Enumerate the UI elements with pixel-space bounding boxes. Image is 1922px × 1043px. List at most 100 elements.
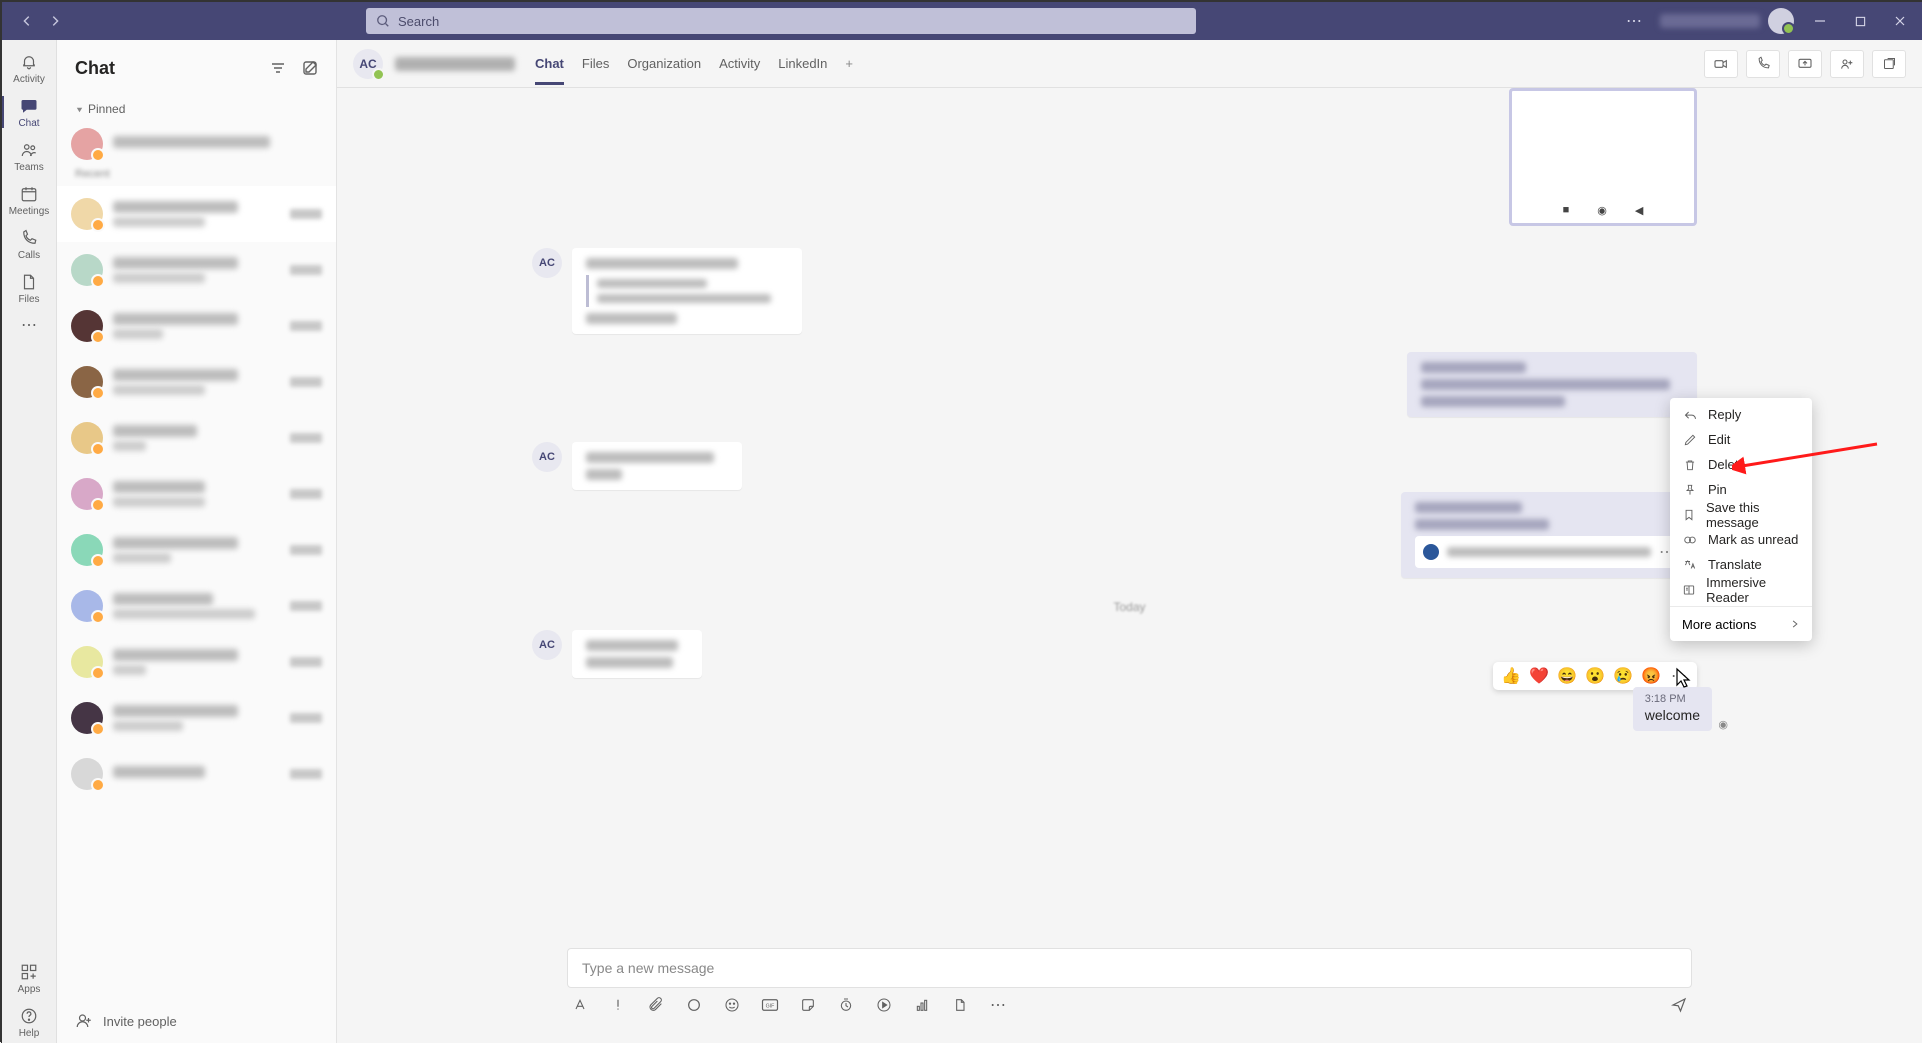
pin-icon <box>1682 482 1698 498</box>
priority-icon[interactable] <box>609 996 627 1014</box>
reaction-laugh[interactable]: 😄 <box>1557 666 1577 686</box>
date-separator: Today <box>1113 600 1145 614</box>
ctx-translate[interactable]: Translate <box>1670 552 1812 577</box>
reaction-surprised[interactable]: 😮 <box>1585 666 1605 686</box>
sidebar-title: Chat <box>75 58 115 79</box>
rail-activity[interactable]: Activity <box>2 46 56 90</box>
chat-list-item[interactable] <box>57 746 336 802</box>
reaction-like[interactable]: 👍 <box>1501 666 1521 686</box>
rail-teams[interactable]: Teams <box>2 134 56 178</box>
new-chat-icon[interactable] <box>302 60 318 76</box>
stream-icon[interactable] <box>875 996 893 1014</box>
format-icon[interactable] <box>571 996 589 1014</box>
attach-icon[interactable] <box>647 996 665 1014</box>
reaction-angry[interactable]: 😡 <box>1641 666 1661 686</box>
minimize-button[interactable] <box>1806 7 1834 35</box>
reaction-heart[interactable]: ❤️ <box>1529 666 1549 686</box>
viva-icon[interactable] <box>951 996 969 1014</box>
chat-list-item[interactable] <box>57 298 336 354</box>
add-tab-button[interactable]: + <box>845 42 853 85</box>
close-button[interactable] <box>1886 7 1914 35</box>
ctx-delete[interactable]: Delete <box>1670 452 1812 477</box>
bell-icon <box>19 52 39 72</box>
chat-list-item[interactable] <box>57 634 336 690</box>
emoji-icon[interactable] <box>723 996 741 1014</box>
message-more-actions-button[interactable]: ⋯ <box>1669 666 1689 686</box>
seen-indicator-icon: ◉ <box>1718 718 1728 731</box>
sent-message-bubble[interactable]: 3:18 PM welcome ◉ <box>1633 687 1712 731</box>
rail-files[interactable]: Files <box>2 266 56 310</box>
tab-chat[interactable]: Chat <box>535 42 564 85</box>
chat-icon <box>19 96 39 116</box>
add-people-button[interactable] <box>1830 50 1864 78</box>
reaction-sad[interactable]: 😢 <box>1613 666 1633 686</box>
ctx-immersive-reader[interactable]: Immersive Reader <box>1670 577 1812 602</box>
audio-call-button[interactable] <box>1746 50 1780 78</box>
chat-list-item[interactable] <box>57 578 336 634</box>
tab-files[interactable]: Files <box>582 42 609 85</box>
approvals-icon[interactable] <box>913 996 931 1014</box>
rail-apps[interactable]: Apps <box>2 956 56 1000</box>
ellipsis-button[interactable]: ⋯ <box>1620 7 1648 35</box>
message-text: welcome <box>1645 707 1700 723</box>
play-icon[interactable]: ◀ <box>1635 204 1643 217</box>
message-bubble[interactable] <box>572 630 702 678</box>
trash-icon <box>1682 457 1698 473</box>
rail-more[interactable]: ⋯ <box>2 310 56 340</box>
nav-back-button[interactable] <box>16 10 38 32</box>
rail-meetings[interactable]: Meetings <box>2 178 56 222</box>
nav-forward-button[interactable] <box>44 10 66 32</box>
ctx-save[interactable]: Save this message <box>1670 502 1812 527</box>
ctx-pin[interactable]: Pin <box>1670 477 1812 502</box>
rail-calls[interactable]: Calls <box>2 222 56 266</box>
schedule-meeting-icon[interactable] <box>837 996 855 1014</box>
chat-list-item[interactable] <box>57 522 336 578</box>
loop-icon[interactable] <box>685 996 703 1014</box>
chat-list-item[interactable] <box>57 466 336 522</box>
message-sender-avatar: AC <box>532 248 562 278</box>
chat-list-item[interactable] <box>57 410 336 466</box>
chat-list-item[interactable] <box>57 690 336 746</box>
chat-contact-avatar[interactable]: AC <box>353 49 383 79</box>
tab-linkedin[interactable]: LinkedIn <box>778 42 827 85</box>
reader-icon <box>1682 582 1696 598</box>
gif-icon[interactable]: GIF <box>761 996 779 1014</box>
message-attachment-thumbnail[interactable]: ■ ◉ ◀ <box>1509 88 1697 226</box>
search-input[interactable]: Search <box>366 8 1196 34</box>
message-composer-input[interactable]: Type a new message <box>567 948 1692 988</box>
recent-section-label: Recent <box>57 166 336 186</box>
phone-icon <box>19 228 39 248</box>
chevron-right-icon <box>1790 619 1800 629</box>
ctx-more-actions[interactable]: More actions <box>1670 611 1812 637</box>
ctx-reply[interactable]: Reply <box>1670 402 1812 427</box>
tab-activity[interactable]: Activity <box>719 42 760 85</box>
screenshare-button[interactable] <box>1788 50 1822 78</box>
ctx-mark-unread[interactable]: Mark as unread <box>1670 527 1812 552</box>
chat-list-item[interactable] <box>57 186 336 242</box>
send-button[interactable] <box>1670 996 1688 1014</box>
maximize-button[interactable] <box>1846 7 1874 35</box>
rail-chat[interactable]: Chat <box>2 90 56 134</box>
sticker-icon[interactable] <box>799 996 817 1014</box>
message-bubble[interactable]: ⋯ <box>1401 492 1697 578</box>
more-apps-icon[interactable]: ⋯ <box>989 996 1007 1014</box>
invite-people-button[interactable]: Invite people <box>57 997 336 1043</box>
stop-icon[interactable]: ■ <box>1563 204 1570 216</box>
popout-button[interactable] <box>1872 50 1906 78</box>
filter-icon[interactable] <box>270 60 286 76</box>
chat-list-item[interactable] <box>57 122 336 166</box>
video-call-button[interactable] <box>1704 50 1738 78</box>
pinned-section-label[interactable]: Pinned <box>57 96 336 122</box>
chat-list-item[interactable] <box>57 242 336 298</box>
rail-help[interactable]: Help <box>2 1000 56 1043</box>
chat-list-item[interactable] <box>57 354 336 410</box>
tab-organization[interactable]: Organization <box>627 42 701 85</box>
reaction-picker: 👍 ❤️ 😄 😮 😢 😡 ⋯ <box>1493 662 1697 690</box>
current-user-avatar[interactable] <box>1768 8 1794 34</box>
record-icon[interactable]: ◉ <box>1597 204 1607 217</box>
message-bubble[interactable] <box>572 248 802 334</box>
ctx-edit[interactable]: Edit <box>1670 427 1812 452</box>
translate-icon <box>1682 557 1698 573</box>
message-bubble[interactable] <box>1407 352 1697 417</box>
message-bubble[interactable] <box>572 442 742 490</box>
